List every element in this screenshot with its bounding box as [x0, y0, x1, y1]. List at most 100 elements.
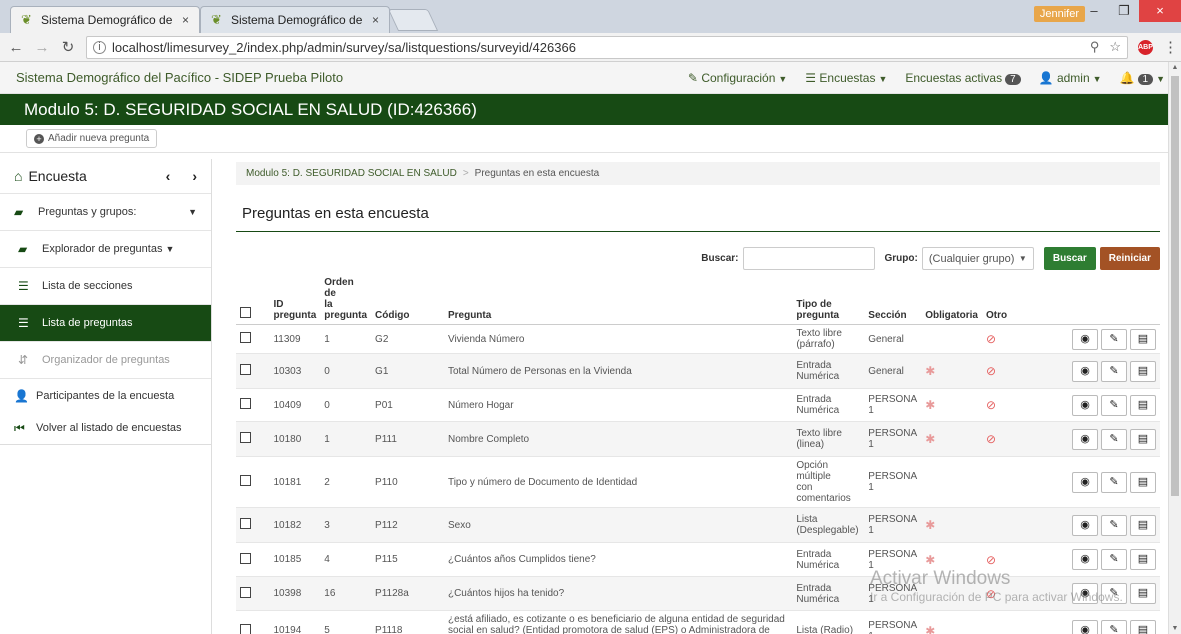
edit-pencil-icon[interactable]: ✎	[1101, 328, 1127, 350]
col-type[interactable]: Tipo de pregunta	[792, 274, 865, 325]
edit-pencil-icon[interactable]: ✎	[1101, 360, 1127, 382]
zoom-icon[interactable]: ⚲	[1090, 39, 1100, 55]
preview-eye-icon[interactable]: ◉	[1072, 583, 1098, 604]
search-input[interactable]	[742, 247, 875, 270]
sidebar-item-back[interactable]: ⏮ Volver al listado de encuestas	[0, 412, 211, 445]
row-checkbox[interactable]	[240, 475, 251, 486]
bookmark-star-icon[interactable]: ☆	[1109, 39, 1121, 55]
col-section[interactable]: Sección	[864, 274, 922, 325]
table-row[interactable]: 10182 3 P112 Sexo Lista (Desplegable) PERSONA 1…	[236, 507, 1160, 543]
sidebar-item-question-organizer[interactable]: ⇵ Organizador de preguntas	[0, 342, 211, 379]
forward-arrow-icon[interactable]: →	[34, 39, 50, 56]
summary-list-icon[interactable]: ▤	[1130, 620, 1156, 634]
preview-eye-icon[interactable]: ◉	[1072, 549, 1098, 570]
row-checkbox[interactable]	[240, 364, 251, 375]
sidebar-item-sections-list[interactable]: ☰ Lista de secciones	[0, 268, 211, 305]
scroll-down-icon[interactable]: ▼	[1169, 625, 1181, 632]
limesurvey-favicon-icon: ❦	[211, 12, 222, 27]
table-row[interactable]: 10180 1 P111 Nombre Completo Texto libre (lin…	[236, 421, 1160, 457]
active-surveys-link[interactable]: Encuestas activas 7	[905, 71, 1021, 85]
summary-list-icon[interactable]: ▤	[1130, 549, 1156, 570]
back-arrow-icon[interactable]: ←	[8, 39, 24, 56]
summary-list-icon[interactable]: ▤	[1130, 360, 1156, 382]
sidebar-groups-toggle[interactable]: ▰ Preguntas y grupos: ▼	[0, 194, 211, 231]
select-all-checkbox[interactable]	[240, 307, 251, 318]
group-select[interactable]: (Cualquier grupo) ▼	[921, 247, 1034, 270]
table-row[interactable]: 10194 5 P1118 ¿está afiliado, es cotizante …	[236, 610, 1160, 634]
minimize-icon[interactable]: –	[1079, 0, 1109, 22]
sidebar-item-participants[interactable]: 👤 Participantes de la encuesta	[0, 379, 211, 412]
chevron-left-icon[interactable]: ‹	[166, 168, 171, 184]
table-row[interactable]: 10409 0 P01 Número Hogar Entrada Numérica PERS…	[236, 388, 1160, 422]
page-scrollbar[interactable]: ▲ ▼	[1168, 62, 1181, 634]
sidebar-item-questions-list[interactable]: ☰ Lista de preguntas	[0, 305, 211, 342]
edit-pencil-icon[interactable]: ✎	[1101, 471, 1127, 493]
col-code[interactable]: Código	[371, 274, 444, 325]
edit-pencil-icon[interactable]: ✎	[1101, 514, 1127, 536]
col-question[interactable]: Pregunta	[443, 274, 793, 325]
search-button[interactable]: Buscar	[1043, 247, 1096, 270]
preview-eye-icon[interactable]: ◉	[1072, 428, 1098, 450]
row-checkbox[interactable]	[240, 623, 251, 634]
browser-tab-1[interactable]: ❦ Sistema Demográfico de ×	[10, 6, 200, 33]
row-checkbox[interactable]	[240, 552, 251, 564]
preview-eye-icon[interactable]: ◉	[1072, 394, 1098, 416]
reload-icon[interactable]: ↻	[60, 38, 76, 56]
preview-eye-icon[interactable]: ◉	[1072, 360, 1098, 382]
browser-tab-2[interactable]: ❦ Sistema Demográfico de ×	[200, 6, 390, 33]
table-row[interactable]: 11309 1 G2 Vivienda Número Texto libre (párra…	[236, 324, 1160, 354]
table-row[interactable]: 10185 4 P115 ¿Cuántos años Cumplidos tiene?…	[236, 542, 1160, 577]
browser-menu-icon[interactable]: ⋮	[1163, 38, 1178, 56]
sidebar-item-question-explorer[interactable]: ▰ Explorador de preguntas ▼	[0, 231, 211, 268]
close-tab-icon[interactable]: ×	[182, 13, 189, 27]
reset-button[interactable]: Reiniciar	[1099, 247, 1160, 270]
info-icon[interactable]: i	[93, 40, 106, 54]
scroll-up-icon[interactable]: ▲	[1169, 64, 1181, 71]
preview-eye-icon[interactable]: ◉	[1072, 328, 1098, 350]
table-row[interactable]: 10181 2 P110 Tipo y número de Documento de …	[236, 456, 1160, 508]
window-close-icon[interactable]: ×	[1139, 0, 1181, 22]
col-other[interactable]: Otro	[981, 274, 1022, 325]
breadcrumb-survey-link[interactable]: Modulo 5: D. SEGURIDAD SOCIAL EN SALUD	[246, 168, 457, 179]
preview-eye-icon[interactable]: ◉	[1072, 514, 1098, 536]
table-row[interactable]: 10303 0 G1 Total Número de Personas en la V…	[236, 353, 1160, 389]
scrollbar-thumb[interactable]	[1171, 76, 1179, 496]
summary-list-icon[interactable]: ▤	[1130, 514, 1156, 536]
row-checkbox[interactable]	[240, 586, 251, 598]
url-field[interactable]: i localhost/limesurvey_2/index.php/admin…	[86, 35, 1128, 59]
row-checkbox[interactable]	[240, 432, 251, 443]
summary-list-icon[interactable]: ▤	[1130, 394, 1156, 416]
edit-pencil-icon[interactable]: ✎	[1101, 583, 1127, 604]
col-required[interactable]: Obligatoria	[921, 274, 982, 325]
summary-list-icon[interactable]: ▤	[1130, 428, 1156, 450]
chevron-right-icon[interactable]: ›	[192, 168, 197, 184]
row-checkbox[interactable]	[240, 332, 251, 343]
summary-list-icon[interactable]: ▤	[1130, 471, 1156, 493]
preview-eye-icon[interactable]: ◉	[1072, 620, 1098, 634]
row-checkbox[interactable]	[240, 398, 251, 409]
surveys-menu[interactable]: ☰ Encuestas ▼	[805, 71, 887, 85]
row-checkbox[interactable]	[240, 518, 251, 529]
edit-pencil-icon[interactable]: ✎	[1101, 549, 1127, 570]
new-tab-button[interactable]	[387, 9, 439, 31]
col-order[interactable]: Orden de la pregunta	[320, 274, 372, 325]
table-row[interactable]: 10398 16 P1128a ¿Cuántos hijos ha tenido? En…	[236, 576, 1160, 611]
summary-list-icon[interactable]: ▤	[1130, 328, 1156, 350]
close-tab-icon[interactable]: ×	[372, 13, 379, 27]
site-brand[interactable]: Sistema Demográfico del Pacífico - SIDEP…	[16, 70, 688, 85]
config-menu[interactable]: ✎ Configuración ▼	[688, 71, 787, 85]
maximize-icon[interactable]: ❐	[1109, 0, 1139, 22]
col-id[interactable]: ID pregunta	[269, 274, 321, 325]
summary-list-icon[interactable]: ▤	[1130, 583, 1156, 604]
notifications-menu[interactable]: 🔔 1 ▼	[1120, 71, 1165, 85]
edit-pencil-icon[interactable]: ✎	[1101, 620, 1127, 634]
edit-pencil-icon[interactable]: ✎	[1101, 394, 1127, 416]
sidebar-header-label[interactable]: Encuesta	[28, 168, 86, 184]
preview-eye-icon[interactable]: ◉	[1072, 471, 1098, 493]
admin-menu[interactable]: 👤 admin ▼	[1039, 71, 1102, 85]
required-asterisk-icon: ✱	[925, 552, 936, 567]
edit-pencil-icon[interactable]: ✎	[1101, 428, 1127, 450]
browser-user-badge[interactable]: Jennifer	[1033, 6, 1085, 22]
adblock-icon[interactable]: ABP	[1138, 39, 1153, 55]
add-question-button[interactable]: + Añadir nueva pregunta	[26, 129, 158, 148]
